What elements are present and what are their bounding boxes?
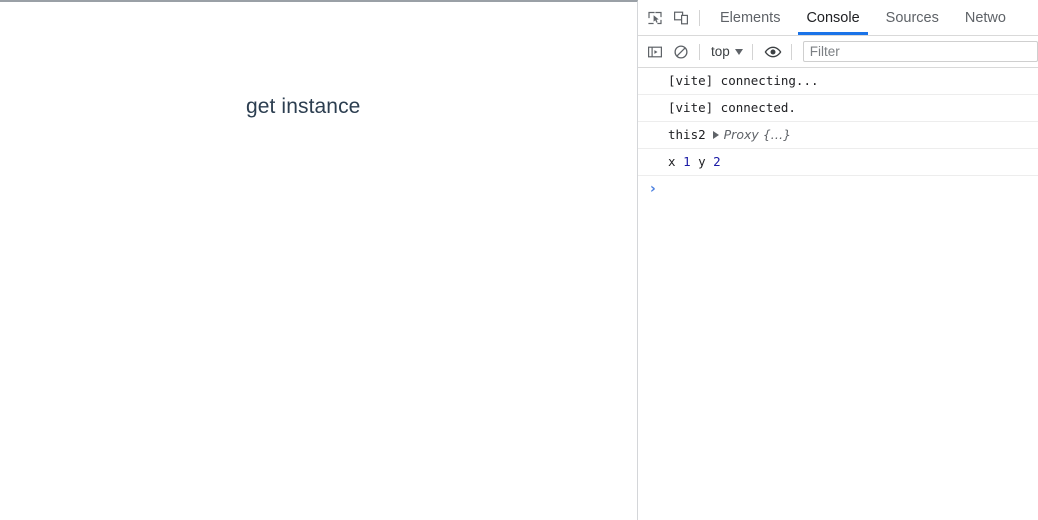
tab-sources[interactable]: Sources [873,0,952,35]
console-token: 2 [713,154,721,169]
devtools-tabbar: Elements Console Sources Netwo [638,0,1038,36]
prompt-chevron-icon: › [650,181,656,197]
device-toolbar-icon[interactable] [668,5,694,31]
devtools-panel: Elements Console Sources Netwo top Filte… [638,0,1038,520]
page-title: get instance [246,95,361,118]
console-token: 1 [683,154,691,169]
tab-network-label: Netwo [964,9,1006,26]
console-token: y [690,154,714,169]
browser-window: get instance Elements Console Sources Ne… [0,0,1038,520]
console-message-row[interactable]: x 1 y 2 [638,149,1038,176]
console-toolbar: top [638,36,1038,68]
console-token: x [668,154,684,169]
toolbar-divider-3 [751,43,753,60]
expand-triangle-icon[interactable] [712,131,719,139]
console-sidebar-icon[interactable] [642,39,668,65]
tab-elements[interactable]: Elements [707,0,793,35]
tab-sources-label: Sources [885,9,939,26]
toolbar-divider-2 [699,43,700,60]
console-message-text: [vite] connected. [668,100,796,115]
console-message-list[interactable]: [vite] connecting... [vite] connected. t… [638,68,1038,520]
inspect-element-icon[interactable] [642,5,668,31]
console-message-row[interactable]: [vite] connected. [638,95,1038,122]
console-message-row[interactable]: this2 Proxy {…} [638,122,1038,149]
tab-elements-label: Elements [720,9,781,26]
execution-context-label: top [711,44,730,59]
console-object-preview[interactable]: Proxy {…} [724,126,792,144]
filter-input[interactable] [802,41,1038,62]
console-log-label: this2 [668,127,706,142]
console-message-text: [vite] connecting... [668,73,819,88]
console-message-row[interactable]: [vite] connecting... [638,68,1038,95]
execution-context-selector[interactable]: top [707,44,747,59]
chevron-down-icon [734,48,743,55]
toolbar-divider-4 [790,43,792,60]
tab-network[interactable]: Netwo [952,0,1019,35]
page-viewport: get instance [0,0,638,520]
live-expression-icon[interactable] [760,39,786,65]
clear-console-icon[interactable] [668,39,694,65]
console-prompt[interactable]: › [638,176,1038,202]
devtools-tab-list: Elements Console Sources Netwo [707,0,1038,35]
tab-console[interactable]: Console [793,0,872,35]
toolbar-divider [699,9,700,26]
tab-console-label: Console [806,9,860,26]
